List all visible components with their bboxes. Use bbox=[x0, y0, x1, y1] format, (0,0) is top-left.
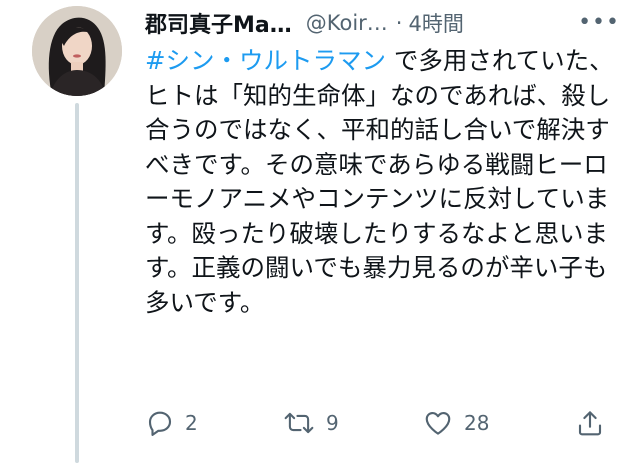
hashtag-link[interactable]: #シン・ウルトラマン bbox=[145, 46, 386, 75]
tweet-text: #シン・ウルトラマン で多用されていた、ヒトは「知的生命体」なのであれば、殺し合… bbox=[145, 44, 615, 320]
like-count: 28 bbox=[464, 411, 490, 435]
more-icon[interactable]: ••• bbox=[578, 10, 620, 35]
reply-count: 2 bbox=[185, 411, 198, 435]
retweet-icon bbox=[284, 412, 314, 434]
author-handle[interactable]: @Koir… bbox=[306, 11, 388, 35]
reply-icon bbox=[148, 411, 172, 436]
reply-button[interactable]: 2 bbox=[145, 408, 198, 438]
retweet-button[interactable]: 9 bbox=[282, 408, 339, 438]
tweet-body-text: で多用されていた、ヒトは「知的生命体」なのであれば、殺し合うのではなく、平和的話… bbox=[145, 46, 614, 317]
tweet-timestamp[interactable]: 4時間 bbox=[408, 8, 463, 38]
avatar[interactable] bbox=[32, 6, 122, 96]
share-button[interactable] bbox=[575, 408, 605, 438]
share-icon bbox=[578, 411, 602, 436]
separator-dot: · bbox=[395, 11, 403, 35]
like-button[interactable]: 28 bbox=[422, 408, 489, 438]
heart-icon bbox=[425, 411, 451, 435]
action-bar: 2 9 28 bbox=[145, 408, 615, 448]
retweet-count: 9 bbox=[326, 411, 339, 435]
thread-line bbox=[75, 103, 79, 463]
tweet-header: 郡司真子Ma… @Koir… · 4時間 ••• bbox=[145, 8, 620, 38]
author-name[interactable]: 郡司真子Ma… bbox=[145, 7, 292, 39]
